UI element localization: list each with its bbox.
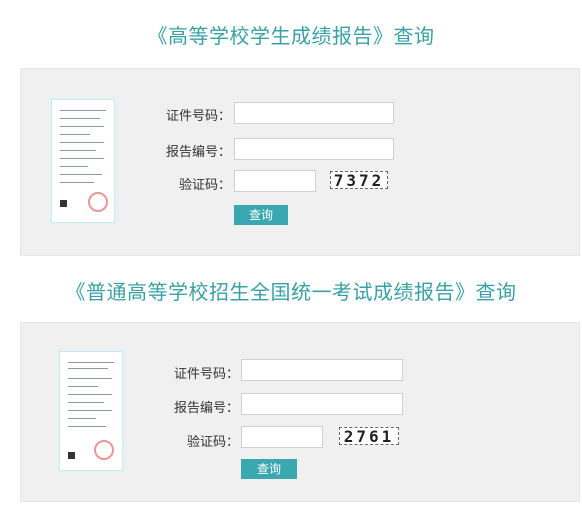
cert-number-input[interactable] [241,359,403,381]
captcha-label: 验证码： [186,435,239,450]
stamp-icon [94,440,114,460]
report-thumbnail-image [59,351,123,471]
captcha-label: 验证码： [178,178,231,193]
captcha-input[interactable] [241,426,323,448]
cert-number-label: 证件号码： [173,367,239,382]
query-button[interactable]: 查询 [234,205,288,225]
stamp-icon [88,192,108,212]
report-number-label: 报告编号： [173,401,239,416]
qr-code-icon [68,452,75,459]
section1-title: 《高等学校学生成绩报告》查询 [147,24,435,48]
captcha-image[interactable]: 7372 [330,171,388,190]
report-number-input[interactable] [234,138,394,160]
section2-panel: 证件号码： 报告编号： 验证码： 2761 查询 [20,322,580,502]
qr-code-icon [60,200,67,207]
captcha-image[interactable]: 2761 [339,427,399,446]
report-number-input[interactable] [241,393,403,415]
section2-title: 《普通高等学校招生全国统一考试成绩报告》查询 [65,280,517,304]
section1-panel: 证件号码： 报告编号： 验证码： 7372 查询 [20,68,580,256]
report-number-label: 报告编号： [165,145,231,160]
cert-number-input[interactable] [234,102,394,124]
query-button[interactable]: 查询 [241,459,297,479]
cert-number-label: 证件号码： [165,109,231,124]
captcha-input[interactable] [234,170,316,192]
report-thumbnail-image [51,99,115,223]
